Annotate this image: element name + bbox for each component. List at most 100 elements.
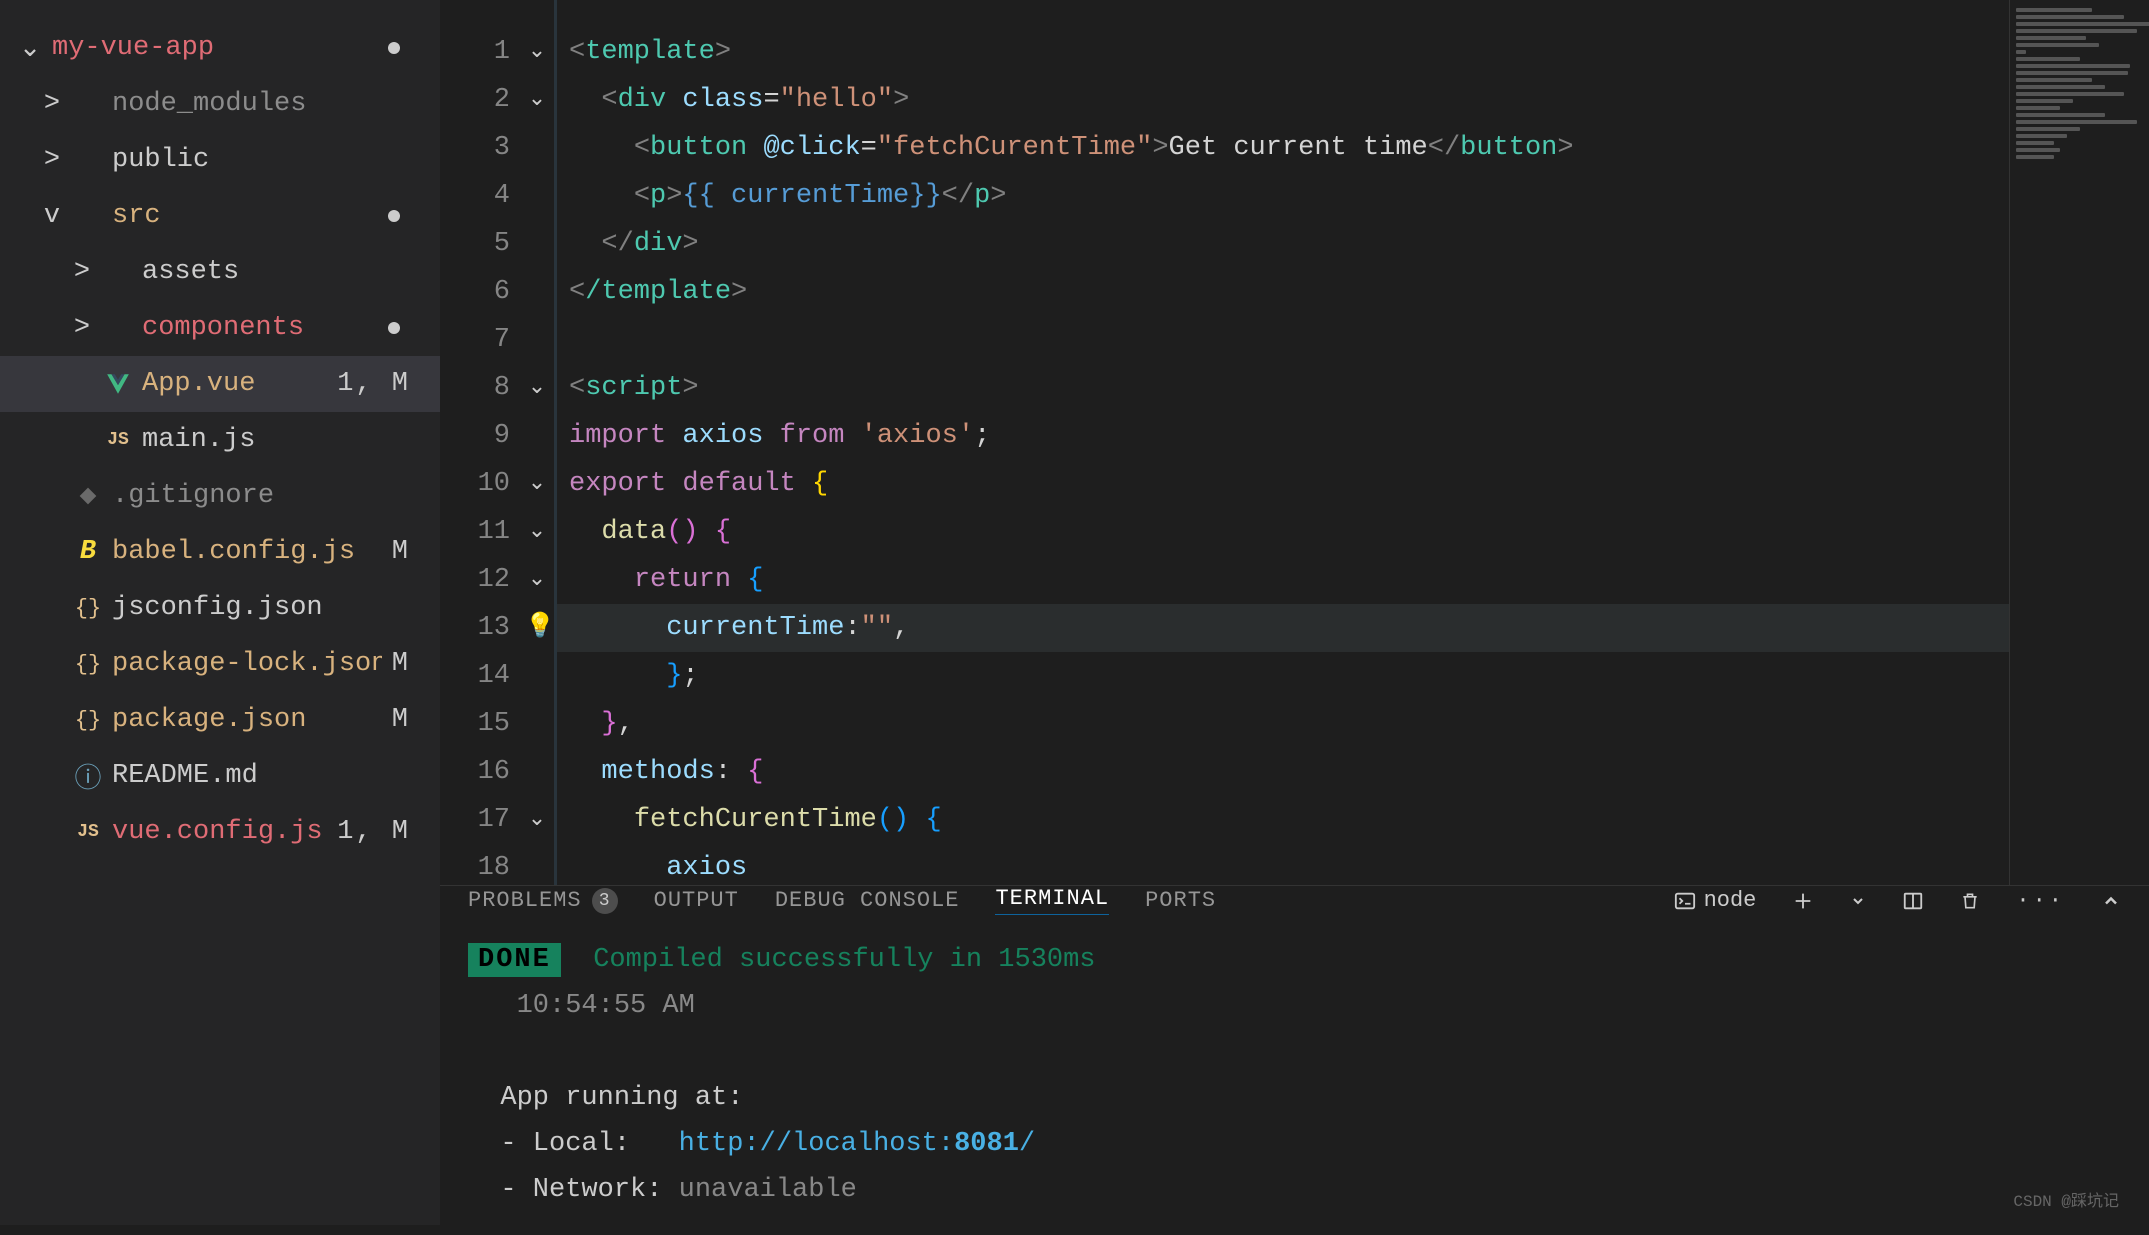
git-status: 1, M: [337, 369, 440, 399]
main-area: 123456789101112131415161718 ⌄⌄⌄⌄⌄⌄⌄ <tem…: [440, 0, 2149, 1225]
local-slash: /: [1019, 1129, 1035, 1159]
tree-item-package-lock-json[interactable]: package-lock.json M: [0, 636, 440, 692]
terminal-output[interactable]: DONE Compiled successfully in 1530ms 10:…: [440, 915, 2149, 1235]
trash-icon: [1960, 890, 1980, 912]
split-icon: [1902, 890, 1924, 912]
js-icon: JS: [104, 430, 132, 450]
shell-label: node: [1704, 888, 1757, 913]
tree-item-public[interactable]: >public: [0, 132, 440, 188]
code-line-16: methods: {: [557, 748, 2009, 796]
project-root[interactable]: ⌄ my-vue-app: [0, 20, 440, 76]
app-running-label: App running at:: [500, 1083, 743, 1113]
tab-terminal[interactable]: TERMINAL: [995, 886, 1109, 915]
code-line-10: export default {: [557, 460, 2009, 508]
tree-item-main-js[interactable]: JS main.js: [0, 412, 440, 468]
local-url: http://localhost:: [679, 1129, 954, 1159]
code-line-6: </template>: [557, 268, 2009, 316]
watermark: CSDN @踩坑记: [2013, 1187, 2119, 1211]
lightbulb-icon[interactable]: 💡: [525, 604, 555, 652]
tree-item-babel-config-js[interactable]: Bbabel.config.js M: [0, 524, 440, 580]
file-label: .gitignore: [112, 481, 440, 511]
modified-dot-icon: [388, 322, 400, 334]
code-line-13: 💡 currentTime:"",: [557, 604, 2009, 652]
chevron-up-icon: [2101, 891, 2121, 911]
code-line-3: <button @click="fetchCurentTime">Get cur…: [557, 124, 2009, 172]
terminal-icon: [1674, 890, 1696, 912]
compile-msg: Compiled successfully in 1530ms: [593, 945, 1095, 975]
chevron-icon: >: [70, 313, 94, 343]
file-explorer: ⌄ my-vue-app >node_modules>publicvsrc>as…: [0, 0, 440, 1225]
code-line-2: <div class="hello">: [557, 76, 2009, 124]
tree-item--gitignore[interactable]: .gitignore: [0, 468, 440, 524]
git-status: M: [392, 537, 440, 567]
tree-item-vue-config-js[interactable]: JS vue.config.js 1, M: [0, 804, 440, 860]
kill-terminal-button[interactable]: [1960, 890, 1980, 912]
more-actions-button[interactable]: ···: [2016, 888, 2065, 913]
new-terminal-button[interactable]: [1792, 890, 1814, 912]
maximize-panel-button[interactable]: [2101, 891, 2121, 911]
tree-item-jsconfig-json[interactable]: jsconfig.json: [0, 580, 440, 636]
js-icon: JS: [74, 822, 102, 842]
editor: 123456789101112131415161718 ⌄⌄⌄⌄⌄⌄⌄ <tem…: [440, 0, 2149, 885]
tab-problems[interactable]: PROBLEMS 3: [468, 888, 618, 914]
code-line-7: [557, 316, 2009, 364]
local-label: - Local:: [500, 1129, 678, 1159]
code-line-18: axios: [557, 844, 2009, 885]
file-label: package.json: [112, 705, 382, 735]
modified-dot-icon: [388, 210, 400, 222]
code-line-4: <p>{{ currentTime}}</p>: [557, 172, 2009, 220]
file-label: package-lock.json: [112, 649, 382, 679]
tree-item-assets[interactable]: >assets: [0, 244, 440, 300]
local-port: 8081: [954, 1129, 1019, 1159]
file-label: assets: [142, 257, 440, 287]
file-label: main.js: [142, 425, 440, 455]
json-icon: [74, 649, 102, 679]
network-label: - Network:: [500, 1175, 678, 1205]
babel-icon: B: [74, 537, 102, 567]
split-terminal-button[interactable]: [1902, 890, 1924, 912]
tree-item-node-modules[interactable]: >node_modules: [0, 76, 440, 132]
code-line-12: return {: [557, 556, 2009, 604]
tree-item-src[interactable]: vsrc: [0, 188, 440, 244]
chevron-icon: v: [40, 201, 64, 231]
code-line-14: };: [557, 652, 2009, 700]
tab-ports[interactable]: PORTS: [1145, 888, 1216, 913]
project-name: my-vue-app: [52, 33, 440, 63]
info-icon: [74, 756, 102, 796]
chevron-down-icon: ⌄: [18, 32, 42, 65]
network-value: unavailable: [679, 1175, 857, 1205]
file-label: public: [112, 145, 440, 175]
file-label: jsconfig.json: [112, 593, 440, 623]
tab-debug-console[interactable]: DEBUG CONSOLE: [775, 888, 960, 913]
fold-column: ⌄⌄⌄⌄⌄⌄⌄: [520, 0, 554, 885]
tree-item-app-vue[interactable]: App.vue1, M: [0, 356, 440, 412]
line-gutter: 123456789101112131415161718: [440, 0, 520, 885]
tree-item-readme-md[interactable]: README.md: [0, 748, 440, 804]
tab-problems-label: PROBLEMS: [468, 888, 582, 913]
vue-icon: [104, 371, 132, 397]
compile-time: 10:54:55 AM: [517, 991, 695, 1021]
terminal-split-menu[interactable]: [1850, 893, 1866, 909]
tab-output[interactable]: OUTPUT: [654, 888, 739, 913]
modified-dot-icon: [388, 42, 400, 54]
file-label: vue.config.js: [112, 817, 327, 847]
file-label: babel.config.js: [112, 537, 382, 567]
file-label: README.md: [112, 761, 440, 791]
code-line-11: data() {: [557, 508, 2009, 556]
plus-icon: [1792, 890, 1814, 912]
bottom-panel: PROBLEMS 3 OUTPUT DEBUG CONSOLE TERMINAL…: [440, 885, 2149, 1225]
chevron-icon: >: [40, 89, 64, 119]
minimap[interactable]: [2009, 0, 2149, 885]
git-status: 1, M: [337, 817, 440, 847]
panel-tabs: PROBLEMS 3 OUTPUT DEBUG CONSOLE TERMINAL…: [440, 886, 2149, 915]
terminal-shell-select[interactable]: node: [1674, 888, 1757, 913]
code-body[interactable]: <template> <div class="hello"> <button @…: [554, 0, 2009, 885]
done-badge: DONE: [468, 943, 561, 977]
json-icon: [74, 593, 102, 623]
code-line-8: <script>: [557, 364, 2009, 412]
json-icon: [74, 705, 102, 735]
git-icon: [74, 486, 102, 506]
git-status: M: [392, 649, 440, 679]
tree-item-package-json[interactable]: package.jsonM: [0, 692, 440, 748]
tree-item-components[interactable]: >components: [0, 300, 440, 356]
